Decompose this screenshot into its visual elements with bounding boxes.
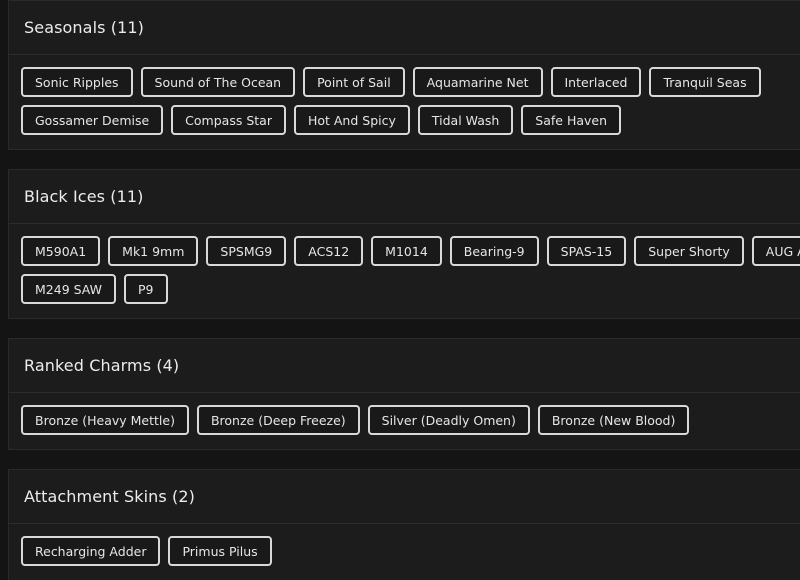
- item-chip[interactable]: Primus Pilus: [168, 536, 272, 566]
- item-chip[interactable]: AUG A2: [751, 236, 800, 266]
- item-chip[interactable]: Hot And Spicy: [293, 105, 410, 135]
- item-chip[interactable]: P9: [124, 274, 168, 304]
- item-chip[interactable]: SPAS-15: [546, 236, 627, 266]
- item-chip[interactable]: Bronze (Heavy Mettle): [21, 405, 189, 435]
- item-chip[interactable]: Tidal Wash: [417, 105, 514, 135]
- chip-row: Recharging Adder Primus Pilus: [21, 536, 800, 566]
- chip-row: Bronze (Heavy Mettle) Bronze (Deep Freez…: [21, 405, 800, 435]
- item-chip[interactable]: Point of Sail: [303, 67, 405, 97]
- chip-list: Bronze (Heavy Mettle) Bronze (Deep Freez…: [9, 393, 800, 435]
- item-chip[interactable]: ACS12: [294, 236, 364, 266]
- item-chip[interactable]: Mk1 9mm: [108, 236, 199, 266]
- item-chip[interactable]: Gossamer Demise: [21, 105, 164, 135]
- item-chip[interactable]: SPSMG9: [206, 236, 287, 266]
- cosmetics-page: Seasonals (11) Sonic Ripples Sound of Th…: [0, 0, 800, 580]
- section-title: Black Ices (11): [24, 187, 144, 206]
- chip-list: Recharging Adder Primus Pilus: [9, 524, 800, 566]
- item-chip[interactable]: Aquamarine Net: [412, 67, 543, 97]
- item-chip[interactable]: M1014: [371, 236, 442, 266]
- item-chip[interactable]: Interlaced: [550, 67, 642, 97]
- section-header: Black Ices (11): [9, 170, 800, 224]
- item-chip[interactable]: Sound of The Ocean: [140, 67, 296, 97]
- chip-row: M590A1 Mk1 9mm SPSMG9 ACS12 M1014 Bearin…: [21, 236, 800, 266]
- chip-row: M249 SAW P9: [21, 274, 800, 304]
- item-chip[interactable]: M249 SAW: [21, 274, 117, 304]
- item-chip[interactable]: M590A1: [21, 236, 101, 266]
- item-chip[interactable]: Tranquil Seas: [649, 67, 761, 97]
- section-header: Attachment Skins (2): [9, 470, 800, 524]
- item-chip[interactable]: Sonic Ripples: [21, 67, 133, 97]
- section-seasonals: Seasonals (11) Sonic Ripples Sound of Th…: [8, 0, 800, 150]
- item-chip[interactable]: Recharging Adder: [21, 536, 161, 566]
- item-chip[interactable]: Bronze (New Blood): [537, 405, 690, 435]
- section-ranked-charms: Ranked Charms (4) Bronze (Heavy Mettle) …: [8, 338, 800, 450]
- chip-list: Sonic Ripples Sound of The Ocean Point o…: [9, 55, 800, 135]
- chip-list: M590A1 Mk1 9mm SPSMG9 ACS12 M1014 Bearin…: [9, 224, 800, 304]
- section-header: Ranked Charms (4): [9, 339, 800, 393]
- item-chip[interactable]: Super Shorty: [634, 236, 744, 266]
- item-chip[interactable]: Bronze (Deep Freeze): [196, 405, 360, 435]
- item-chip[interactable]: Bearing-9: [449, 236, 539, 266]
- item-chip[interactable]: Silver (Deadly Omen): [367, 405, 530, 435]
- section-black-ices: Black Ices (11) M590A1 Mk1 9mm SPSMG9 AC…: [8, 169, 800, 319]
- section-title: Ranked Charms (4): [24, 356, 180, 375]
- item-chip[interactable]: Safe Haven: [521, 105, 622, 135]
- section-attachment-skins: Attachment Skins (2) Recharging Adder Pr…: [8, 469, 800, 580]
- section-title: Attachment Skins (2): [24, 487, 195, 506]
- item-chip[interactable]: Compass Star: [171, 105, 286, 135]
- section-title: Seasonals (11): [24, 18, 144, 37]
- section-header: Seasonals (11): [9, 1, 800, 55]
- chip-row: Gossamer Demise Compass Star Hot And Spi…: [21, 105, 800, 135]
- chip-row: Sonic Ripples Sound of The Ocean Point o…: [21, 67, 800, 97]
